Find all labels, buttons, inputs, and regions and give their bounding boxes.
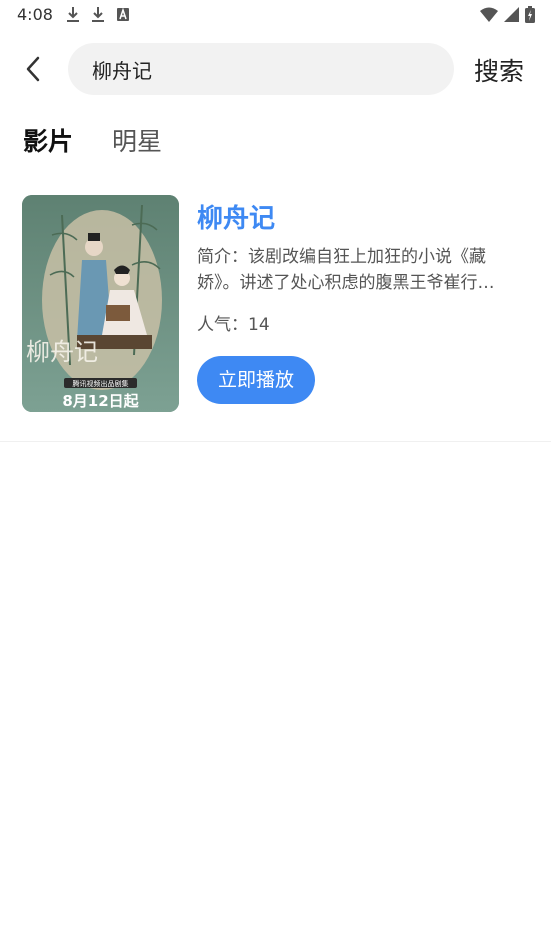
status-icons-left <box>66 6 130 23</box>
download-icon <box>92 7 104 22</box>
search-box[interactable] <box>68 43 454 95</box>
result-description: 简介：该剧改编自狂上加狂的小说《藏娇》。讲述了处心积虑的腹黑王爷崔行… <box>197 247 495 293</box>
download-icon <box>67 7 79 22</box>
signal-icon <box>504 7 519 22</box>
status-time: 4:08 <box>17 5 53 24</box>
tab-movies[interactable]: 影片 <box>23 122 73 158</box>
play-now-button[interactable]: 立即播放 <box>197 356 315 404</box>
status-bar: 4:08 <box>0 0 551 30</box>
result-title[interactable]: 柳舟记 <box>197 198 275 235</box>
poster-platform-text: 腾讯视频出品剧集 <box>73 379 129 388</box>
result-popularity: 人气：14 <box>197 315 270 335</box>
result-card[interactable]: 柳舟记 腾讯视频出品剧集 8月12日起 柳舟记 简介：该剧改编自狂上加狂的小说《… <box>0 180 551 442</box>
search-button[interactable]: 搜索 <box>474 52 524 88</box>
poster-date-text: 8月12日起 <box>62 392 139 410</box>
poster-image[interactable]: 柳舟记 腾讯视频出品剧集 8月12日起 <box>22 195 179 412</box>
status-icons-right <box>480 6 535 23</box>
poster-art: 柳舟记 腾讯视频出品剧集 8月12日起 <box>22 195 179 412</box>
tab-stars[interactable]: 明星 <box>112 122 162 158</box>
chevron-left-icon <box>26 56 40 82</box>
back-button[interactable] <box>20 55 48 83</box>
font-a-icon <box>117 7 129 21</box>
wifi-icon <box>480 7 498 22</box>
search-input[interactable] <box>92 55 432 83</box>
battery-charging-icon <box>525 6 535 23</box>
poster-calligraphy: 柳舟记 <box>26 338 98 366</box>
